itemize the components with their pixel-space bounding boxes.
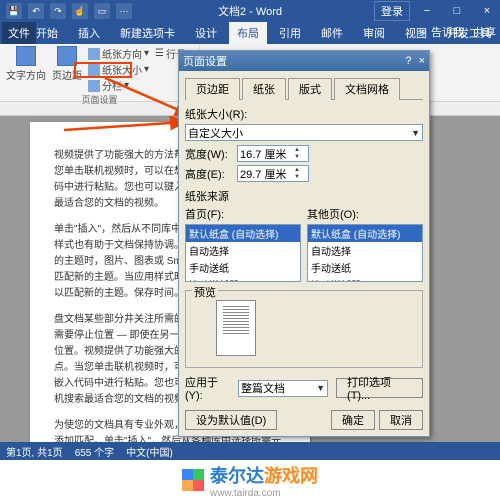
ok-button[interactable]: 确定 bbox=[331, 410, 375, 430]
watermark: 泰尔达游戏网 www.tairda.com bbox=[0, 460, 500, 500]
print-options-button[interactable]: 打印选项(T)... bbox=[336, 378, 423, 398]
first-page-tray-list[interactable]: 默认纸盒 (自动选择) 自动选择 手动送纸 滚动送纸器 bbox=[185, 224, 301, 282]
width-input[interactable]: 16.7 厘米▲▼ bbox=[237, 145, 309, 162]
dialog-tabs: 页边距 纸张 版式 文档网格 bbox=[185, 77, 423, 100]
tab-references[interactable]: 引用 bbox=[271, 22, 309, 44]
preview-label: 预览 bbox=[192, 284, 218, 300]
tab-insert[interactable]: 插入 bbox=[70, 22, 108, 44]
page-status[interactable]: 第1页, 共1页 bbox=[6, 444, 63, 459]
apply-to-label: 应用于(Y): bbox=[185, 374, 234, 402]
tab-mailings[interactable]: 邮件 bbox=[313, 22, 351, 44]
tab-newtab[interactable]: 新建选项卡 bbox=[112, 22, 183, 44]
chevron-down-icon: ▼ bbox=[411, 128, 420, 138]
preview-page-icon bbox=[216, 300, 256, 356]
quick-access-toolbar: 💾 ↶ ↷ ☝ ▭ ⋯ bbox=[0, 3, 138, 19]
orientation-button[interactable]: 纸张方向 ▾ bbox=[88, 46, 149, 61]
page-setup-group-label: 页面设置 bbox=[82, 93, 118, 106]
columns-button[interactable]: 分栏 ▾ bbox=[88, 78, 149, 93]
other-pages-tray-list[interactable]: 默认纸盒 (自动选择) 自动选择 手动送纸 滚动送纸器 bbox=[307, 224, 423, 282]
more-icon[interactable]: ⋯ bbox=[116, 3, 132, 19]
tell-me[interactable]: ♀ 告诉我 bbox=[420, 24, 464, 40]
chevron-down-icon: ▼ bbox=[316, 383, 325, 393]
size-button[interactable]: 纸张大小 ▾ bbox=[88, 62, 149, 77]
dialog-title: 页面设置 bbox=[183, 53, 227, 69]
spinner-icon[interactable]: ▲▼ bbox=[294, 167, 306, 181]
title-bar: 💾 ↶ ↷ ☝ ▭ ⋯ 文档2 - Word 登录 − □ × bbox=[0, 0, 500, 22]
tab-layout[interactable]: 布局 bbox=[229, 22, 267, 44]
touch-icon[interactable]: ☝ bbox=[72, 3, 88, 19]
height-label: 高度(E): bbox=[185, 166, 233, 182]
close-button[interactable]: × bbox=[474, 0, 500, 22]
word-count[interactable]: 655 个字 bbox=[75, 444, 114, 459]
dialog-close-button[interactable]: × bbox=[419, 55, 425, 67]
text-direction-button[interactable]: 文字方向 bbox=[6, 46, 46, 93]
set-default-button[interactable]: 设为默认值(D) bbox=[185, 410, 277, 430]
paper-source-label: 纸张来源 bbox=[185, 188, 423, 204]
apply-to-combo[interactable]: 整篇文档▼ bbox=[238, 380, 328, 397]
share-button[interactable]: 共享 bbox=[474, 24, 496, 40]
ribbon-right: ♀ 告诉我 共享 bbox=[420, 24, 496, 40]
first-page-label: 首页(F): bbox=[185, 206, 301, 222]
ruler-icon[interactable]: ▭ bbox=[94, 3, 110, 19]
minimize-button[interactable]: − bbox=[414, 0, 440, 22]
height-input[interactable]: 29.7 厘米▲▼ bbox=[237, 165, 309, 182]
undo-icon[interactable]: ↶ bbox=[28, 3, 44, 19]
tab-review[interactable]: 审阅 bbox=[355, 22, 393, 44]
redo-icon[interactable]: ↷ bbox=[50, 3, 66, 19]
save-icon[interactable]: 💾 bbox=[6, 3, 22, 19]
dialog-tab-layout[interactable]: 版式 bbox=[288, 78, 332, 100]
paper-size-combo[interactable]: 自定义大小▼ bbox=[185, 124, 423, 141]
other-pages-label: 其他页(O): bbox=[307, 206, 423, 222]
dialog-tab-paper[interactable]: 纸张 bbox=[242, 78, 286, 100]
cancel-button[interactable]: 取消 bbox=[379, 410, 423, 430]
dialog-title-bar[interactable]: 页面设置 ? × bbox=[179, 51, 429, 71]
dialog-tab-margins[interactable]: 页边距 bbox=[185, 78, 240, 100]
dialog-help-button[interactable]: ? bbox=[405, 55, 411, 67]
file-tab[interactable]: 文件 bbox=[2, 22, 36, 44]
maximize-button[interactable]: □ bbox=[444, 0, 470, 22]
width-label: 宽度(W): bbox=[185, 146, 233, 162]
preview-area bbox=[192, 295, 416, 361]
paper-size-label: 纸张大小(R): bbox=[185, 106, 423, 122]
tab-design[interactable]: 设计 bbox=[187, 22, 225, 44]
language-status[interactable]: 中文(中国) bbox=[126, 444, 173, 459]
margins-button[interactable]: 页边距 bbox=[52, 46, 82, 93]
window-title: 文档2 - Word bbox=[218, 3, 282, 19]
dialog-tab-grid[interactable]: 文档网格 bbox=[334, 78, 400, 100]
brand-logo-icon bbox=[182, 469, 204, 491]
spinner-icon[interactable]: ▲▼ bbox=[294, 147, 306, 161]
page-setup-dialog: 页面设置 ? × 页边距 纸张 版式 文档网格 纸张大小(R): 自定义大小▼ … bbox=[178, 50, 430, 437]
login-button[interactable]: 登录 bbox=[374, 1, 410, 21]
status-bar: 第1页, 共1页 655 个字 中文(中国) bbox=[0, 442, 500, 460]
